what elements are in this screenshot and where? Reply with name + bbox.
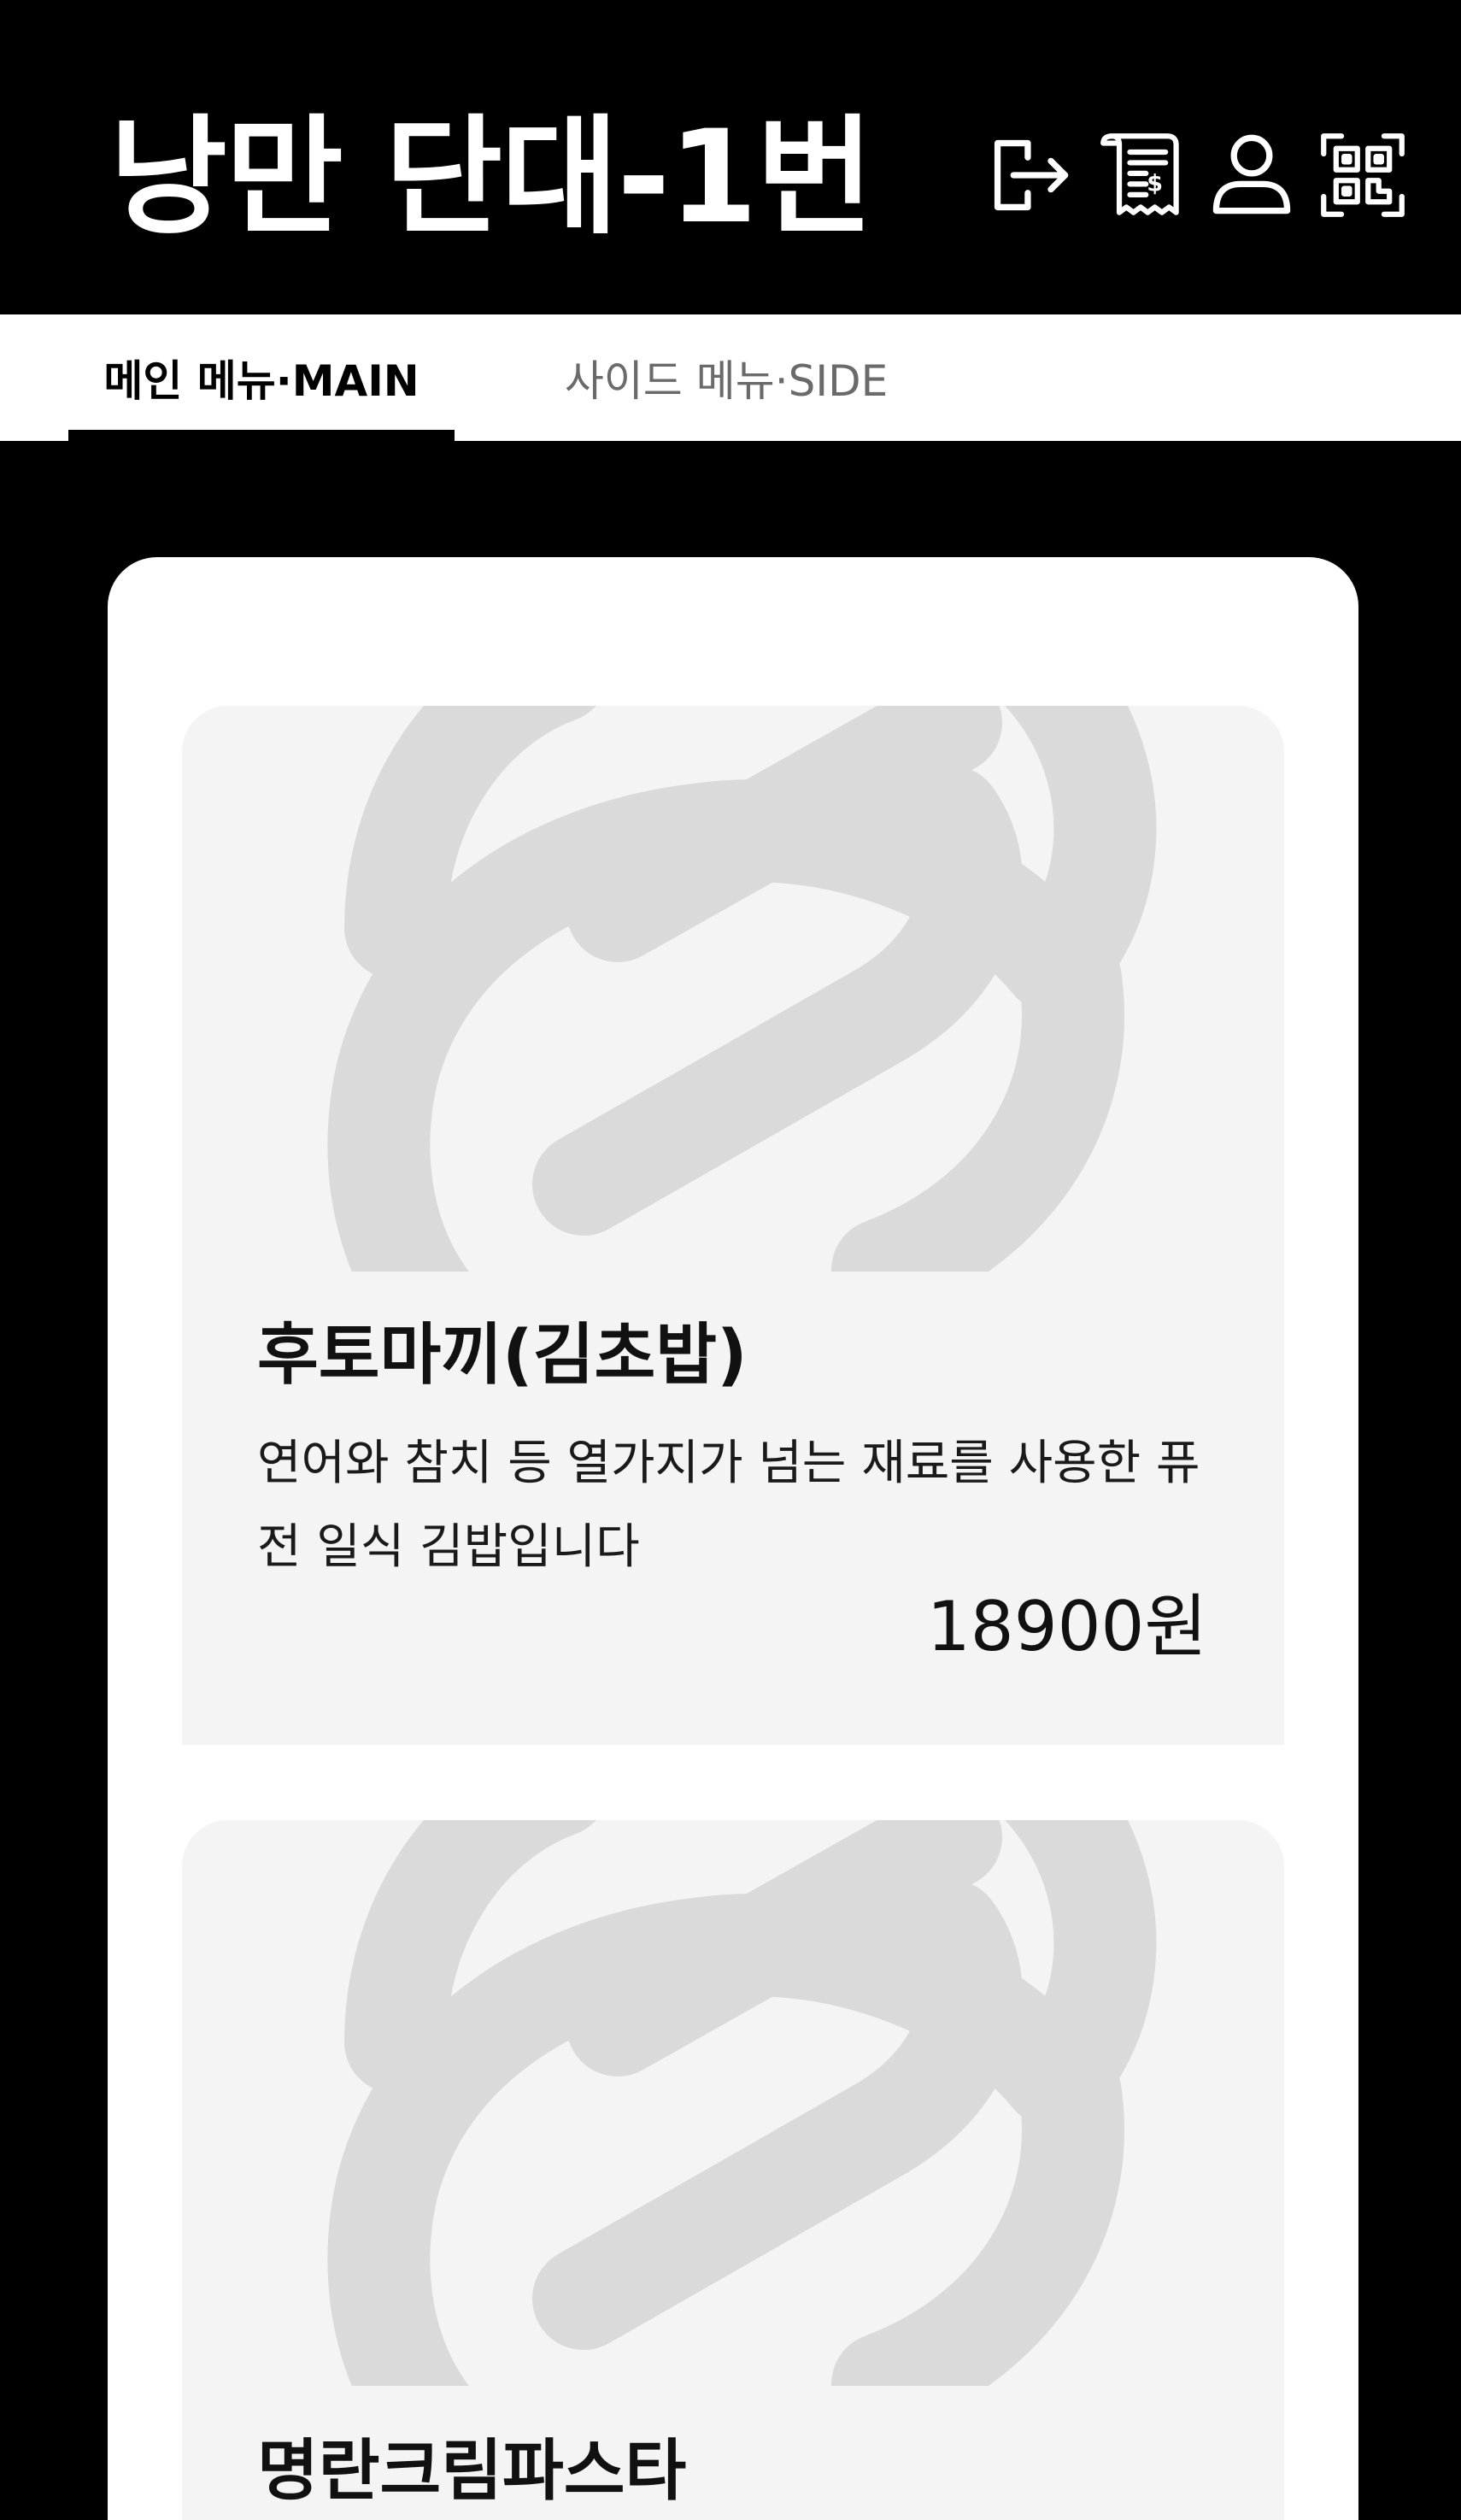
qr-code-icon[interactable] (1316, 128, 1410, 222)
menu-item-name: 명란크림파스타 (257, 2433, 687, 2510)
menu-item-name: 후토마끼(김초밥) (257, 1317, 748, 1394)
tab-side-menu[interactable]: 사이드 메뉴·SIDE (530, 314, 923, 441)
svg-text:$: $ (1147, 171, 1163, 197)
active-tab-indicator (68, 430, 455, 441)
header-actions: $ (983, 128, 1410, 222)
menu-tabs: 메인 메뉴·MAIN 사이드 메뉴·SIDE (0, 314, 1461, 441)
page-title: 낭만 단대-1번 (109, 103, 874, 252)
page: 낭만 단대-1번 $ 메인 메뉴·MAIN 사이드 메뉴·SIDE 후토마끼(김… (0, 0, 1461, 2520)
receipt-icon[interactable]: $ (1094, 128, 1188, 222)
tab-main-menu[interactable]: 메인 메뉴·MAIN (68, 314, 455, 441)
placeholder-logo-icon (182, 1820, 1284, 2386)
placeholder-logo-icon (182, 706, 1284, 1272)
menu-item[interactable]: 후토마끼(김초밥) 연어와 참치 등 열가지가 넘는 재료를 사용한 퓨전 일식… (182, 706, 1284, 1745)
menu-item-price: 18900원 (926, 1587, 1207, 1666)
menu-item-description: 연어와 참치 등 열가지가 넘는 재료를 사용한 퓨전 일식 김밥입니다 (257, 1436, 1200, 1575)
menu-item[interactable]: 명란크림파스타 (182, 1820, 1284, 2520)
user-icon[interactable] (1205, 128, 1299, 222)
logout-icon[interactable] (983, 128, 1077, 222)
header: 낭만 단대-1번 $ (0, 0, 1461, 314)
